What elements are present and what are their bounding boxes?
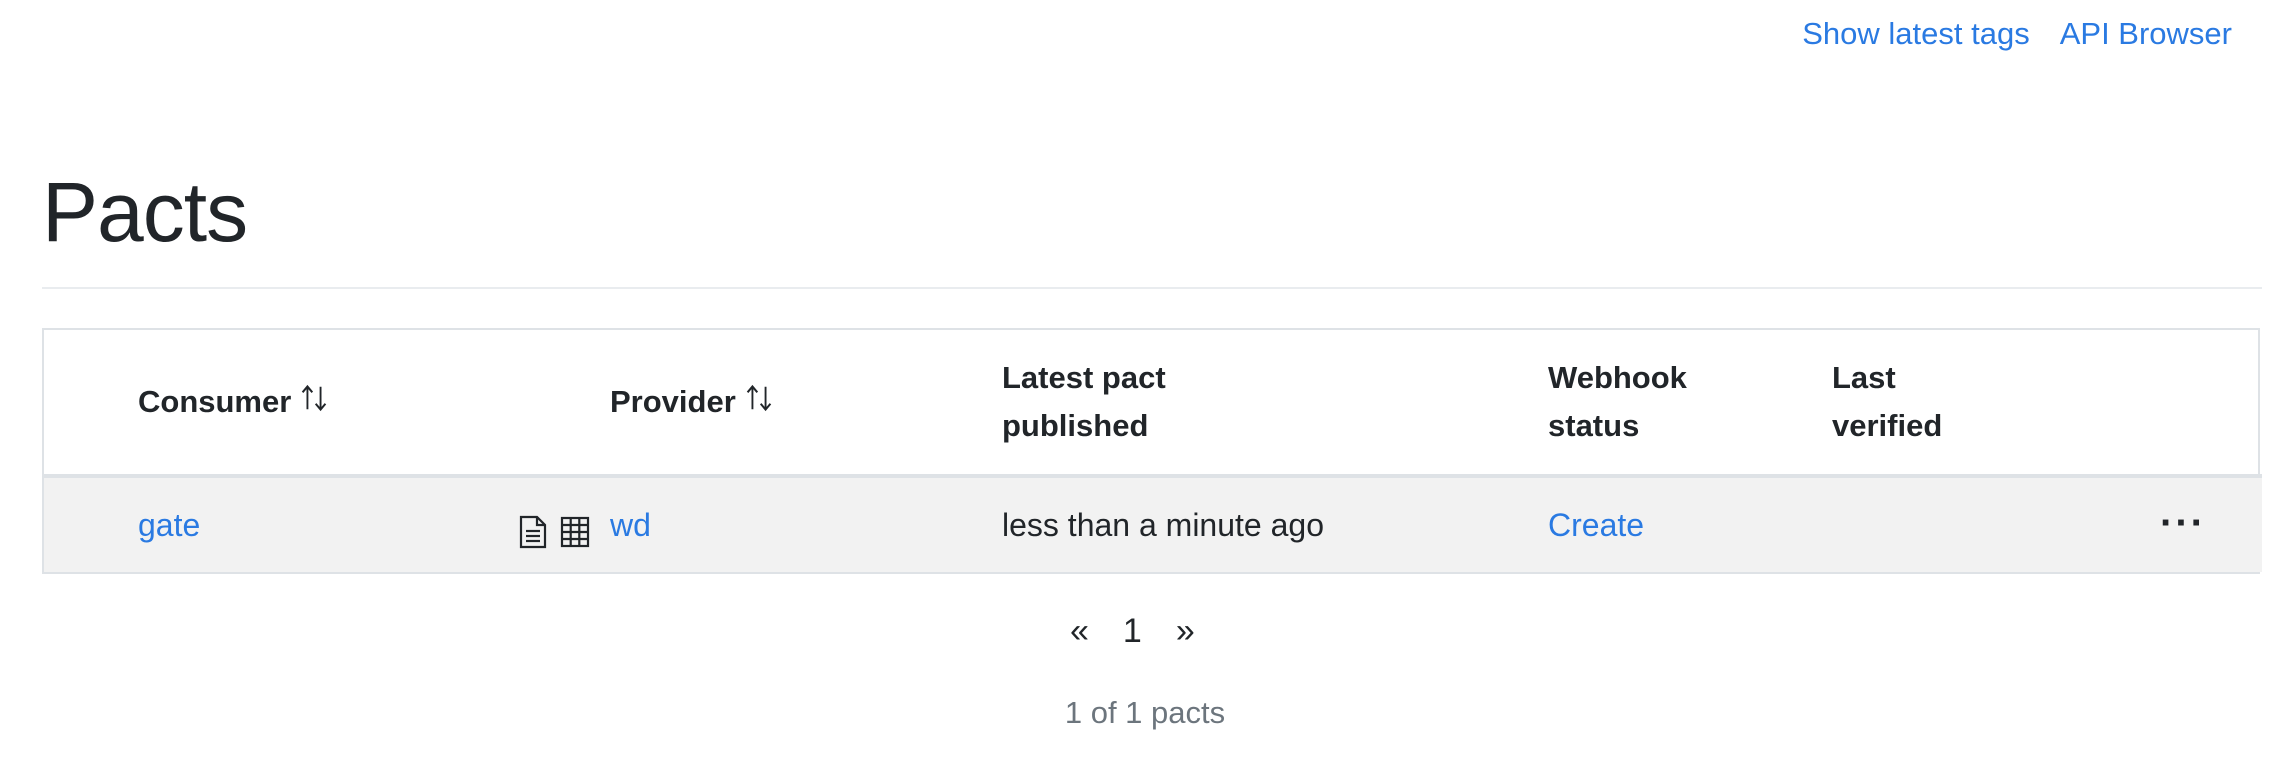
- latest-pact-published-cell: less than a minute ago: [1002, 506, 1324, 543]
- sort-arrows-icon[interactable]: [299, 383, 329, 413]
- table-row: gate wd less than a minute ago Create ··…: [44, 476, 2262, 572]
- provider-link[interactable]: wd: [610, 507, 651, 543]
- sort-arrows-icon[interactable]: [744, 383, 774, 413]
- pacts-count-summary: 1 of 1 pacts: [1064, 695, 1226, 730]
- webhook-status-header: Webhook status: [1548, 360, 1687, 443]
- pacts-table-container: Consumer Provider Latest pact published …: [42, 328, 2262, 574]
- more-actions-icon[interactable]: ···: [2160, 503, 2206, 543]
- table-grid-icon[interactable]: [560, 516, 590, 548]
- pagination: « 1 »: [1070, 612, 1195, 651]
- provider-header[interactable]: Provider: [610, 330, 1002, 476]
- top-nav: Show latest tags API Browser: [1802, 16, 2232, 52]
- last-verified-cell: [1832, 476, 2062, 572]
- consumer-header-label: Consumer: [138, 384, 292, 419]
- provider-header-label: Provider: [610, 384, 736, 419]
- pacts-table: Consumer Provider Latest pact published …: [44, 330, 2262, 572]
- pagination-page-1[interactable]: 1: [1123, 612, 1142, 651]
- pagination-next[interactable]: »: [1176, 612, 1195, 651]
- api-browser-link[interactable]: API Browser: [2060, 16, 2232, 52]
- title-divider: [42, 287, 2262, 289]
- last-verified-header: Last verified: [1832, 360, 1943, 443]
- consumer-header[interactable]: Consumer: [138, 330, 518, 476]
- table-header-row: Consumer Provider Latest pact published …: [44, 330, 2262, 476]
- page-title: Pacts: [42, 165, 248, 259]
- show-latest-tags-link[interactable]: Show latest tags: [1802, 16, 2029, 52]
- pagination-prev[interactable]: «: [1070, 612, 1089, 651]
- consumer-link[interactable]: gate: [138, 507, 200, 543]
- latest-pact-published-header: Latest pact published: [1002, 360, 1166, 443]
- document-icon[interactable]: [518, 515, 548, 549]
- webhook-create-link[interactable]: Create: [1548, 507, 1644, 543]
